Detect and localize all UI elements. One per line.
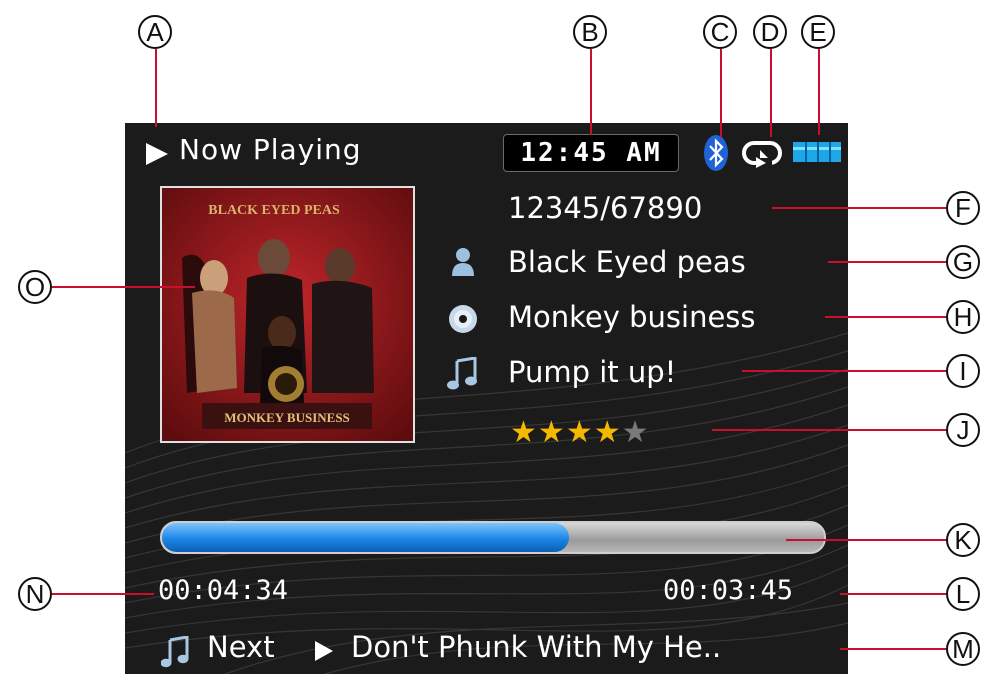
next-track-title: Don't Phunk With My He..: [351, 630, 722, 664]
leader-line-g: [828, 261, 948, 263]
callout-h: H: [946, 300, 980, 334]
leader-line-a: [155, 49, 157, 127]
callout-e: E: [801, 15, 835, 49]
remaining-time: 00:03:45: [663, 575, 794, 606]
callout-b: B: [573, 15, 607, 49]
callout-i: I: [946, 354, 980, 388]
rating-stars[interactable]: ★★★★★: [510, 415, 650, 450]
leader-line-o: [52, 286, 195, 288]
battery-icon: [793, 142, 841, 162]
clock-display: 12:45 AM: [503, 134, 679, 172]
album-cover-image: BLACK EYED PEAS MONKEY BUSINESS: [162, 188, 413, 441]
callout-o: O: [18, 270, 52, 304]
song-title: Pump it up!: [508, 355, 677, 389]
leader-line-k: [786, 539, 948, 541]
elapsed-time: 00:04:34: [158, 575, 289, 606]
artist-icon: [452, 248, 474, 276]
album-icon: [449, 305, 477, 333]
leader-line-h: [825, 316, 948, 318]
callout-d: D: [753, 15, 787, 49]
album-title-text: MONKEY BUSINESS: [224, 410, 350, 425]
page-title: Now Playing: [179, 133, 362, 166]
leader-line-n: [52, 593, 154, 595]
rating-star-2[interactable]: ★: [538, 415, 566, 450]
callout-k: K: [946, 523, 980, 557]
leader-line-i: [742, 370, 948, 372]
callout-f: F: [946, 191, 980, 225]
leader-line-m: [840, 648, 948, 650]
leader-line-c: [720, 49, 722, 137]
rating-star-1[interactable]: ★: [510, 415, 538, 450]
next-note-icon: [161, 636, 189, 668]
track-number: 12345/67890: [508, 191, 703, 225]
music-note-icon: [447, 357, 477, 390]
callout-n: N: [18, 577, 52, 611]
player-screen: Now Playing 12:45 AM BLACK EYED PEAS MON…: [125, 123, 848, 674]
callout-a: A: [138, 15, 172, 49]
callout-c: C: [703, 15, 737, 49]
progress-fill: [162, 523, 570, 552]
artist-name: Black Eyed peas: [508, 245, 746, 279]
play-icon: [146, 143, 168, 165]
leader-line-e: [818, 49, 820, 135]
callout-g: G: [946, 245, 980, 279]
next-play-icon: [315, 641, 333, 661]
leader-line-f: [772, 207, 948, 209]
leader-line-j: [712, 429, 948, 431]
leader-line-b: [590, 49, 592, 135]
repeat-icon: [742, 141, 782, 168]
next-label: Next: [207, 630, 275, 664]
progress-bar[interactable]: [160, 521, 826, 554]
rating-star-5[interactable]: ★: [622, 415, 650, 450]
leader-line-d: [770, 49, 772, 137]
rating-star-4[interactable]: ★: [594, 415, 622, 450]
rating-star-3[interactable]: ★: [566, 415, 594, 450]
callout-l: L: [946, 577, 980, 611]
album-name: Monkey business: [508, 300, 756, 334]
callout-j: J: [946, 413, 980, 447]
album-art: BLACK EYED PEAS MONKEY BUSINESS: [160, 186, 415, 443]
album-band-text: BLACK EYED PEAS: [208, 203, 340, 218]
callout-m: M: [946, 632, 980, 666]
leader-line-l: [840, 593, 948, 595]
bluetooth-icon: [704, 135, 728, 171]
